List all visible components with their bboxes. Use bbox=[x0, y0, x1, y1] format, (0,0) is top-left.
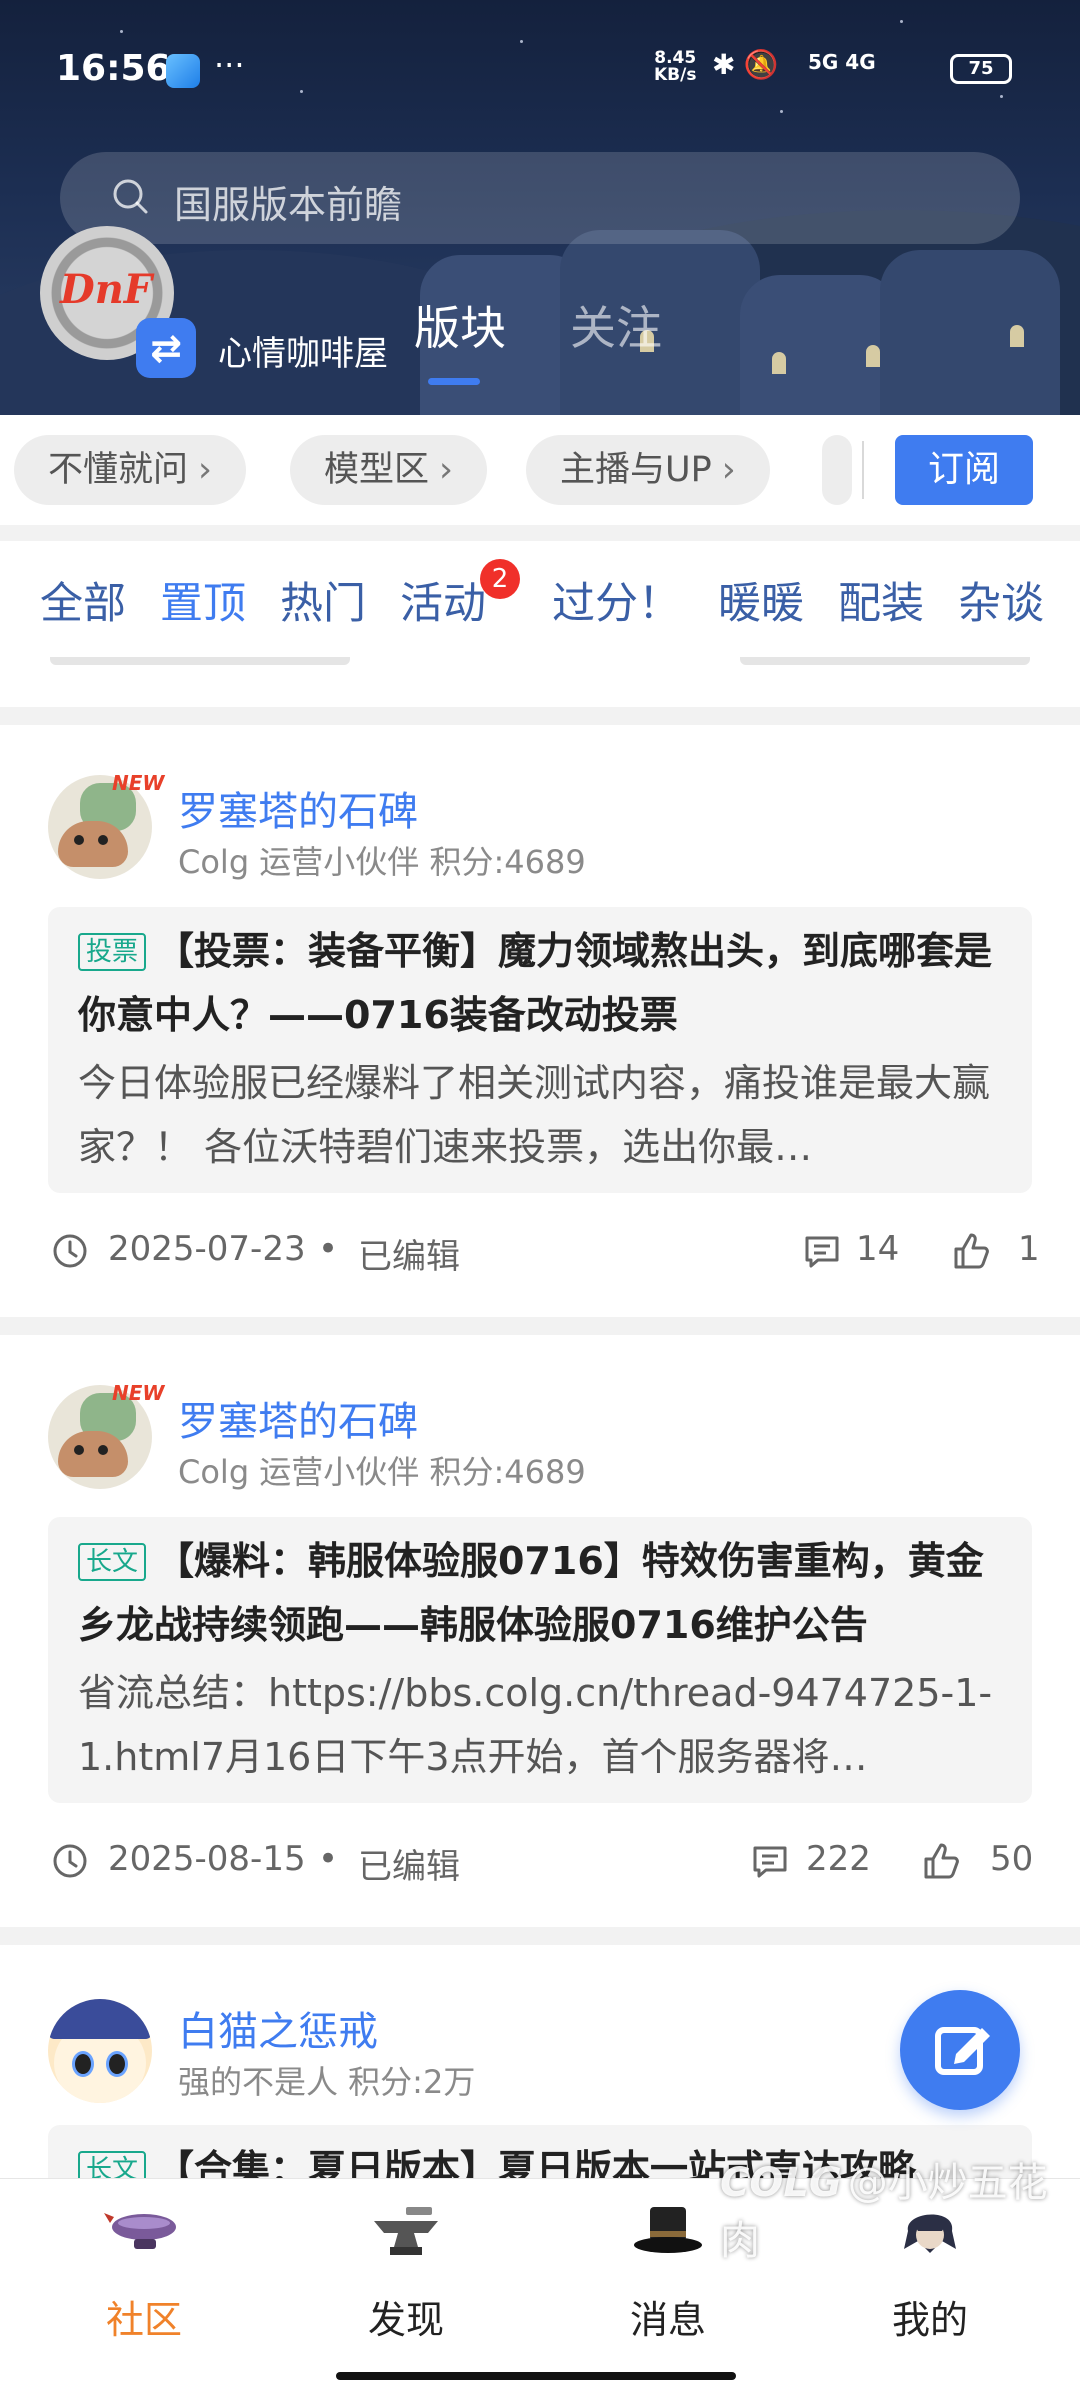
author-meta: Colg 运营小伙伴 积分:4689 bbox=[178, 843, 586, 881]
post-card[interactable]: NEW 罗塞塔的石碑 Colg 运营小伙伴 积分:4689 长文 【爆料：韩服体验… bbox=[0, 1335, 1080, 1927]
nav-community[interactable]: 社区 bbox=[44, 2201, 244, 2344]
comment-count: 222 bbox=[806, 1839, 871, 1879]
search-input[interactable]: 国服版本前瞻 bbox=[60, 152, 1020, 244]
post-date: 2025-08-15 bbox=[108, 1839, 306, 1879]
edited-label: 已编辑 bbox=[358, 1237, 460, 1277]
author-meta: 强的不是人 积分:2万 bbox=[178, 2063, 476, 2101]
post-separator bbox=[0, 1317, 1080, 1335]
status-bar: 16:56 ··· 8.45 KB/s ✱🔕 5G 4G 75 bbox=[0, 0, 1080, 140]
post-content-card[interactable]: 投票 【投票：装备平衡】魔力领域熬出头，到底哪套是你意中人？——0716装备改动投… bbox=[48, 907, 1032, 1193]
chips-divider bbox=[862, 441, 864, 499]
post-card[interactable]: NEW 罗塞塔的石碑 Colg 运营小伙伴 积分:4689 投票 【投票：装备平衡… bbox=[0, 725, 1080, 1317]
section-gap bbox=[0, 525, 1080, 541]
more-notifications-icon: ··· bbox=[214, 46, 245, 84]
home-indicator[interactable] bbox=[336, 2372, 736, 2380]
watermark: COLG @小炒五花肉 bbox=[720, 2160, 1048, 2264]
category-builds[interactable]: 配装 bbox=[838, 569, 924, 631]
post-meta: 2025-07-23 • 已编辑 14 1 bbox=[48, 1227, 1040, 1277]
new-badge: NEW bbox=[112, 771, 165, 795]
like-icon[interactable] bbox=[952, 1231, 992, 1271]
signal-icon: 5G 4G bbox=[808, 50, 876, 74]
clock-icon bbox=[53, 1234, 87, 1268]
post-content-card[interactable]: 长文 【爆料：韩服体验服0716】特效伤害重构，黄金乡龙战持续领跑——韩服体验服0… bbox=[48, 1517, 1032, 1803]
search-icon bbox=[113, 179, 148, 214]
switch-board-icon[interactable]: ⇄ bbox=[136, 318, 196, 378]
category-chat[interactable]: 杂谈 bbox=[958, 569, 1044, 631]
post-title: 长文 【爆料：韩服体验服0716】特效伤害重构，黄金乡龙战持续领跑——韩服体验服0… bbox=[78, 1539, 984, 1647]
author-name[interactable]: 白猫之惩戒 bbox=[178, 1999, 378, 2057]
like-icon[interactable] bbox=[922, 1841, 962, 1881]
edited-label: 已编辑 bbox=[358, 1847, 460, 1887]
author-avatar[interactable] bbox=[48, 1999, 152, 2103]
post-excerpt: 今日体验服已经爆料了相关测试内容，痛投谁是最大赢家？！ 各位沃特碧们速来投票，选… bbox=[78, 1061, 991, 1169]
new-badge: NEW bbox=[112, 1381, 165, 1405]
post-tag: 长文 bbox=[78, 1543, 147, 1581]
compose-button[interactable] bbox=[900, 1990, 1020, 2110]
comment-icon[interactable] bbox=[804, 1235, 840, 1269]
post-date: 2025-07-23 bbox=[108, 1229, 306, 1269]
battery-icon: 75 bbox=[950, 54, 1012, 84]
bluetooth-icon: ✱ bbox=[712, 48, 744, 81]
network-speed: 8.45 KB/s bbox=[654, 48, 697, 85]
comment-count: 14 bbox=[856, 1229, 900, 1269]
board-name[interactable]: 心情咖啡屋 bbox=[218, 326, 388, 375]
nav-discover-label: 发现 bbox=[367, 2298, 444, 2342]
comment-icon[interactable] bbox=[752, 1845, 788, 1879]
like-count: 1 bbox=[1018, 1229, 1040, 1269]
chevron-right-icon: › bbox=[198, 450, 213, 490]
tab-follow[interactable]: 关注 bbox=[570, 292, 662, 358]
tab-board[interactable]: 版块 bbox=[414, 292, 506, 358]
edit-icon bbox=[935, 2027, 990, 2075]
top-hat-icon bbox=[634, 2207, 702, 2253]
airship-icon bbox=[104, 2213, 176, 2249]
nav-messages-label: 消息 bbox=[629, 2298, 706, 2342]
tab-indicator bbox=[428, 378, 480, 385]
author-name[interactable]: 罗塞塔的石碑 bbox=[178, 779, 418, 837]
header-banner: 16:56 ··· 8.45 KB/s ✱🔕 5G 4G 75 国服版本前瞻 D… bbox=[0, 0, 1080, 415]
category-nuannuan[interactable]: 暖暖 bbox=[718, 569, 804, 631]
clock-icon bbox=[53, 1844, 87, 1878]
category-all[interactable]: 全部 bbox=[40, 569, 126, 631]
status-time: 16:56 bbox=[56, 48, 171, 89]
chevron-right-icon: › bbox=[721, 450, 736, 490]
chip-ask[interactable]: 不懂就问 › bbox=[14, 435, 247, 505]
bluetooth-mute-signal-icons: ✱🔕 bbox=[712, 48, 786, 81]
chevron-right-icon: › bbox=[439, 450, 454, 490]
app-notification-icon bbox=[166, 54, 200, 88]
search-placeholder: 国服版本前瞻 bbox=[174, 183, 403, 227]
post-tag: 投票 bbox=[78, 933, 147, 971]
post-separator bbox=[0, 1927, 1080, 1945]
like-count: 50 bbox=[990, 1839, 1034, 1879]
chip-more[interactable] bbox=[822, 435, 852, 505]
previous-post-edge bbox=[0, 657, 1080, 707]
category-excessive[interactable]: 过分！ bbox=[552, 569, 681, 631]
post-title: 投票 【投票：装备平衡】魔力领域熬出头，到底哪套是你意中人？——0716装备改动投… bbox=[78, 929, 993, 1037]
post-tag: 长文 bbox=[78, 2151, 147, 2178]
board-logo-text: DnF bbox=[60, 266, 153, 313]
category-tabs: 全部 置顶 热门 活动 2 过分！ 暖暖 配装 杂谈 bbox=[0, 541, 1080, 657]
author-meta: Colg 运营小伙伴 积分:4689 bbox=[178, 1453, 586, 1491]
anvil-icon bbox=[374, 2207, 438, 2255]
nav-community-label: 社区 bbox=[105, 2298, 182, 2342]
subscribe-button[interactable]: 订阅 bbox=[895, 435, 1033, 505]
category-events[interactable]: 活动 bbox=[400, 569, 486, 631]
author-name[interactable]: 罗塞塔的石碑 bbox=[178, 1389, 418, 1447]
post-meta: 2025-08-15 • 已编辑 222 50 bbox=[48, 1837, 1034, 1887]
category-pinned[interactable]: 置顶 bbox=[160, 569, 246, 631]
chip-streamer[interactable]: 主播与UP › bbox=[526, 435, 770, 505]
nav-discover[interactable]: 发现 bbox=[306, 2201, 506, 2344]
post-excerpt: 省流总结：https://bbs.colg.cn/thread-9474725-… bbox=[78, 1671, 993, 1779]
nav-profile-label: 我的 bbox=[891, 2298, 968, 2342]
events-badge: 2 bbox=[480, 559, 520, 599]
category-hot[interactable]: 热门 bbox=[280, 569, 366, 631]
chip-model[interactable]: 模型区 › bbox=[290, 435, 488, 505]
post-separator bbox=[0, 707, 1080, 725]
mute-icon: 🔕 bbox=[743, 48, 787, 81]
filter-chips-row: 不懂就问 › 模型区 › 主播与UP › 订阅 bbox=[0, 415, 1080, 525]
